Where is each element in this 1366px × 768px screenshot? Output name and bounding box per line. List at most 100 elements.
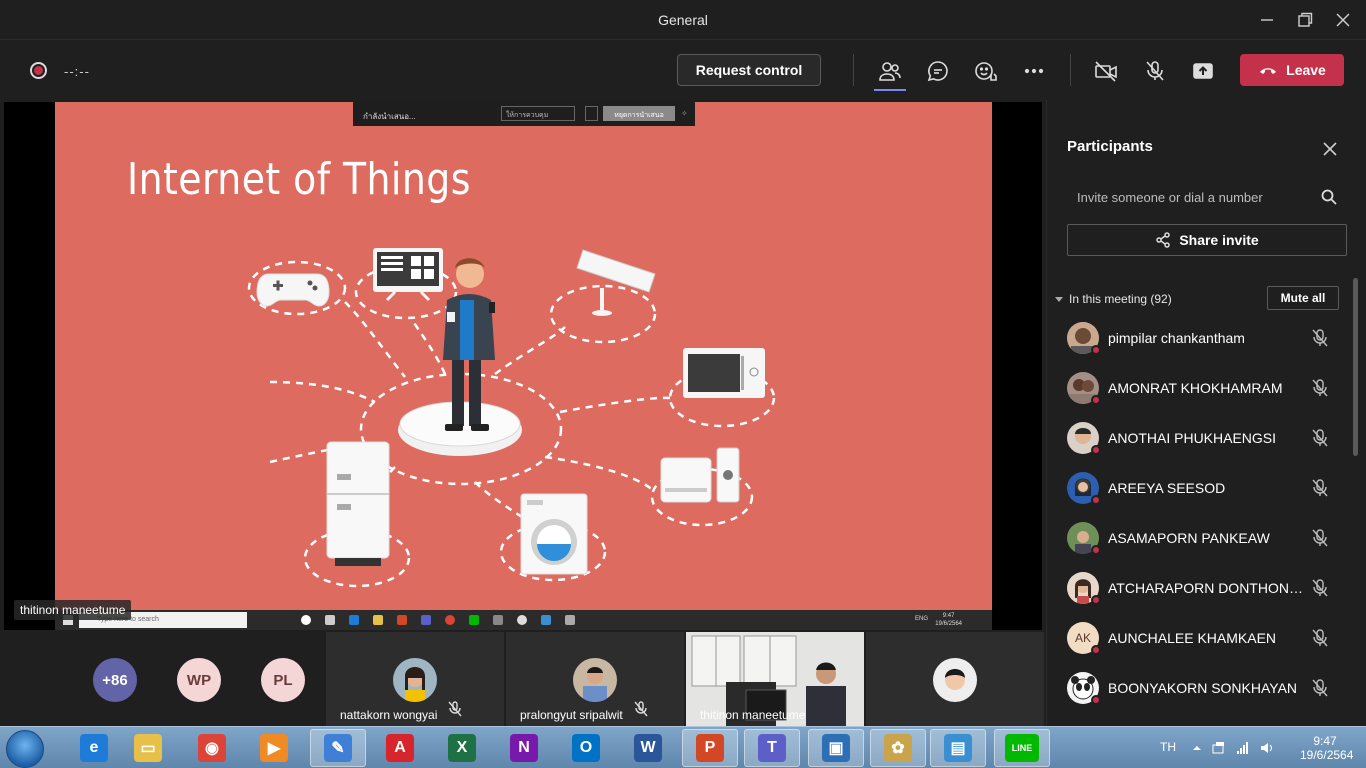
paint-icon: ✿	[884, 734, 912, 762]
taskbar-app-button[interactable]: ▣	[808, 729, 864, 767]
participant-row[interactable]: ANOTHAI PHUKHAENGSI	[1047, 418, 1353, 468]
presentation-slide: Internet of Things กำลังนำเสนอ... ให้การ…	[55, 102, 992, 610]
participant-tile[interactable]: nattakorn wongyai	[326, 632, 504, 726]
chat-button[interactable]	[923, 56, 953, 86]
pin-icon[interactable]: ✧	[681, 109, 688, 118]
shared-clock-time: 9:47	[942, 613, 955, 619]
toolbar-divider	[1070, 54, 1071, 86]
chrome-icon: ◉	[198, 734, 226, 762]
game-controller-icon	[256, 273, 330, 307]
taskbar-app-button[interactable]: X	[434, 729, 490, 767]
participant-row[interactable]: AREEYA SEESOD	[1047, 468, 1353, 518]
edge-icon	[349, 615, 359, 625]
shared-windows-taskbar: Type here to search ENG 9:47 19/6/2564	[55, 610, 992, 630]
participant-row[interactable]: BOONYAKORN SONKHAYAN	[1047, 668, 1353, 718]
window-title: General	[658, 12, 708, 28]
show-hidden-icons-icon[interactable]	[1190, 741, 1204, 755]
presence-badge	[1091, 645, 1101, 655]
participant-row[interactable]: AK AUNCHALEE KHAMKAEN	[1047, 618, 1353, 668]
taskbar-app-button[interactable]: ▭	[120, 729, 176, 767]
powerpoint-icon: P	[696, 734, 724, 762]
camera-toggle-button[interactable]	[1091, 56, 1121, 86]
leave-button[interactable]: Leave	[1240, 54, 1344, 86]
taskbar-app-button[interactable]: P	[682, 729, 738, 767]
taskbar-app-button[interactable]: ◉	[184, 729, 240, 767]
taskbar-app-button[interactable]: T	[744, 729, 800, 767]
invite-search-input[interactable]	[1067, 182, 1347, 212]
sharing-control-bar: กำลังนำเสนอ... ให้การควบคุม หยุดการนำเสน…	[353, 102, 695, 126]
taskbar-app-button[interactable]: O	[558, 729, 614, 767]
request-control-button[interactable]: Request control	[677, 54, 821, 86]
more-icon	[1024, 68, 1044, 74]
share-tray-icon	[1193, 63, 1213, 79]
stop-presenting-button[interactable]: หยุดการนำเสนอ	[603, 106, 675, 121]
participant-list: pimpilar chankantham AMONRAT KHOKHAMRAM …	[1047, 318, 1353, 718]
sharing-settings-icon[interactable]	[585, 106, 598, 121]
more-actions-button[interactable]	[1019, 56, 1049, 86]
taskbar-app-button[interactable]: ▤	[930, 729, 986, 767]
share-invite-button[interactable]: Share invite	[1067, 224, 1347, 256]
share-content-button[interactable]	[1188, 56, 1218, 86]
taskbar-app-button[interactable]: N	[496, 729, 552, 767]
remote-desktop-icon: ▣	[822, 734, 850, 762]
chrome-icon	[445, 615, 455, 625]
in-meeting-label: In this meeting (92)	[1069, 292, 1172, 306]
teams-icon	[421, 615, 431, 625]
taskbar-app-button[interactable]: A	[372, 729, 428, 767]
participant-tile[interactable]: pralongyut sripalwit	[506, 632, 684, 726]
network-icon[interactable]	[1212, 741, 1226, 755]
app-icon	[541, 615, 551, 625]
participant-row[interactable]: pimpilar chankantham	[1047, 318, 1353, 368]
meeting-toolbar: --:-- Request control Leave	[0, 40, 1366, 100]
mic-muted-icon	[1311, 428, 1329, 453]
close-panel-button[interactable]	[1321, 140, 1339, 158]
participant-avatar-initials[interactable]: PL	[261, 658, 305, 702]
mic-off-icon	[1146, 61, 1164, 81]
shared-screen: Internet of Things กำลังนำเสนอ... ให้การ…	[4, 102, 1042, 630]
panel-scrollbar[interactable]	[1353, 278, 1358, 456]
volume-icon[interactable]	[1260, 741, 1274, 755]
taskbar-app-button[interactable]: LINE	[994, 729, 1050, 767]
mic-muted-icon	[634, 701, 648, 722]
start-button[interactable]	[6, 730, 44, 768]
file-explorer-icon: ▭	[134, 734, 162, 762]
participant-row[interactable]: ATCHARAPORN DONTHONG...	[1047, 568, 1353, 618]
overflow-count: +86	[102, 671, 128, 689]
participant-name: ATCHARAPORN DONTHONG...	[1108, 580, 1308, 596]
in-meeting-section-header[interactable]: In this meeting (92)	[1055, 292, 1172, 306]
signal-icon[interactable]	[1236, 741, 1250, 755]
maximize-button[interactable]	[1292, 8, 1318, 32]
close-window-button[interactable]	[1330, 8, 1356, 32]
participant-row[interactable]: ASAMAPORN PANKEAW	[1047, 518, 1353, 568]
mute-all-button[interactable]: Mute all	[1267, 286, 1339, 310]
taskbar-app-button[interactable]: ✿	[870, 729, 926, 767]
taskbar-app-button[interactable]: W	[620, 729, 676, 767]
taskbar-app-button[interactable]: ▶	[246, 729, 302, 767]
mic-muted-icon	[1311, 478, 1329, 503]
reactions-button[interactable]	[971, 56, 1001, 86]
language-indicator[interactable]: TH	[1160, 740, 1176, 754]
mic-muted-icon	[1311, 378, 1329, 403]
search-icon[interactable]	[1321, 189, 1337, 210]
participant-video-tile[interactable]: thitinon maneetume	[686, 632, 864, 726]
participant-row[interactable]: AMONRAT KHOKHAMRAM	[1047, 368, 1353, 418]
participant-avatar-initials[interactable]: WP	[177, 658, 221, 702]
overflow-participants-button[interactable]: +86	[93, 658, 137, 702]
windows-taskbar: e ▭ ◉ ▶ ✎ A X N O W P T ▣ ✿ ▤ LINE TH 9:47 19/6/2564	[0, 726, 1366, 768]
participant-name: AMONRAT KHOKHAMRAM	[1108, 380, 1283, 396]
minimize-button[interactable]	[1254, 8, 1280, 32]
give-control-select[interactable]: ให้การควบคุม	[501, 106, 575, 121]
participant-tile[interactable]	[866, 632, 1044, 726]
video-gallery: +86 WP PL nattakorn wongyai pralongyut s…	[0, 632, 1046, 726]
task-view-icon	[325, 615, 335, 625]
sticky-app-icon: ✎	[324, 734, 352, 762]
taskbar-app-button[interactable]: ✎	[310, 729, 366, 767]
presence-badge	[1091, 445, 1101, 455]
line-icon: LINE	[1005, 734, 1039, 762]
mic-muted-icon	[1311, 678, 1329, 703]
participants-toggle-button[interactable]	[875, 56, 905, 86]
taskbar-app-button[interactable]: e	[66, 729, 122, 767]
system-clock[interactable]: 9:47 19/6/2564	[1300, 734, 1353, 762]
mic-toggle-button[interactable]	[1140, 56, 1170, 86]
recording-indicator-icon	[30, 62, 47, 79]
